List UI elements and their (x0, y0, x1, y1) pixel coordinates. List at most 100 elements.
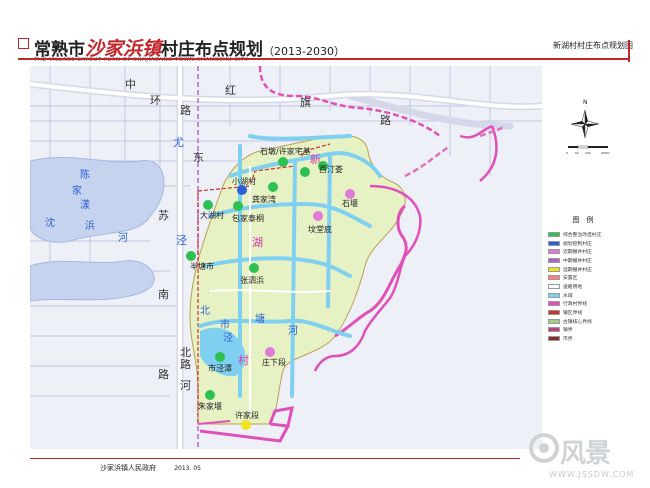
village-point (186, 251, 196, 261)
title-square-icon (18, 38, 29, 49)
village-point (241, 420, 251, 430)
village-label: 石墩/许家宅基 (260, 146, 311, 156)
legend-item: 行政村界线 (548, 300, 618, 309)
legend-title: 图 例 (572, 216, 594, 224)
legend-swatch (548, 231, 560, 237)
village-point (300, 167, 310, 177)
road-label: 中 (125, 78, 136, 91)
legend-item: 规划控制村庄 (548, 239, 618, 248)
scale-label: 200m (601, 151, 610, 155)
road-label: 路 (180, 104, 191, 117)
scale-label: 50 (575, 151, 579, 155)
village-label: 大湖村 (200, 210, 224, 220)
legend-swatch (548, 301, 560, 307)
legend-swatch (548, 249, 560, 255)
legend-swatch (548, 327, 560, 333)
water-label: 浜 (85, 220, 95, 232)
legend-item: 安置区 (548, 273, 618, 282)
legend-item: 中期撤并村庄 (548, 256, 618, 265)
water-label: 陈 (80, 168, 90, 181)
legend-label: 远期撤并村庄 (563, 267, 592, 273)
village-label: 小湖村 (232, 176, 256, 186)
legend-label: 镇区界线 (563, 311, 583, 317)
legend-swatch (548, 266, 560, 272)
water-label: 沈 (45, 216, 55, 229)
village-point (233, 201, 243, 211)
footer-org: 沙家浜镇人民政府 (100, 464, 156, 472)
village-label: 石堰 (342, 198, 358, 208)
scale-label: 100 (585, 151, 591, 155)
header-divider-vertical (628, 40, 630, 62)
village-map: 中 环 路 红 旗 路 苏 南 路 北 河 路 尤 东 泾 陈 家 漾 沈 浜 … (30, 66, 542, 449)
water-label: 北 (200, 305, 210, 317)
legend-item: 近期撤并村庄 (548, 247, 618, 256)
legend-label: 近期撤并村庄 (563, 250, 592, 256)
road-label: 路 (158, 368, 169, 381)
legend-item: 镇区界线 (548, 308, 618, 317)
village-label: 朱家堰 (198, 401, 222, 411)
legend-label: 安置区 (563, 276, 578, 282)
legend-swatch (548, 318, 560, 324)
water-label: 市 (220, 318, 230, 331)
village-point (313, 211, 323, 221)
village-label: 坟堂底 (308, 224, 332, 234)
water-label: 漾 (80, 198, 90, 211)
village-point (268, 182, 278, 192)
title-block: 常熟市沙家浜镇村庄布点规划（2013-2030） THE VILLAGE LAY… (18, 34, 633, 63)
legend-label: 道路用地 (563, 284, 583, 290)
north-arrow-icon: N 0 50 100 200m (566, 99, 610, 155)
legend-item: 综合整治改造村庄 (548, 230, 618, 239)
road-label: 东 (193, 151, 204, 164)
legend-item: 市界 (548, 334, 618, 343)
legend-label: 古镇核心界线 (563, 319, 592, 325)
legend-swatch (548, 310, 560, 316)
road-label: 旗 (300, 95, 311, 109)
village-point (237, 185, 247, 195)
legend-swatch (548, 275, 560, 281)
header-divider (18, 58, 628, 60)
road-label: 尤 (173, 136, 184, 149)
road-label: 环 (150, 94, 161, 107)
footer: 沙家浜镇人民政府 2013. 05 (100, 463, 201, 473)
legend-label: 中期撤并村庄 (563, 258, 592, 264)
road-label: 路 (180, 358, 191, 371)
road-label: 苏 (158, 209, 169, 222)
village-label: 半塘市 (190, 261, 214, 271)
north-label: N (583, 99, 588, 106)
map-sheet: 常熟市沙家浜镇村庄布点规划（2013-2030） THE VILLAGE LAY… (0, 0, 650, 488)
legend-item: 镇界 (548, 326, 618, 335)
watermark-brand: 风景 (560, 439, 611, 469)
village-label: 包家泰桐 (232, 213, 264, 223)
village-label: 西汀娄 (319, 164, 343, 174)
legend-swatch (548, 257, 560, 263)
village-name-label: 村 (238, 353, 249, 367)
village-point (215, 352, 225, 362)
road-label: 泾 (176, 234, 187, 247)
legend-label: 水域 (563, 293, 573, 299)
footer-divider (30, 458, 520, 459)
legend-item: 古镇核心界线 (548, 317, 618, 326)
village-label: 庄下段 (262, 357, 286, 367)
legend-item: 道路用地 (548, 282, 618, 291)
scale-label: 0 (566, 151, 568, 155)
village-point (203, 200, 213, 210)
legend: 图 例 综合整治改造村庄 规划控制村庄近期撤并村庄 中期撤并村庄 远期撤并村庄 安置区道… (548, 215, 618, 343)
village-name-label: 湖 (252, 236, 263, 249)
water-label: 河 (118, 232, 128, 244)
legend-swatch (548, 336, 560, 342)
footer-date: 2013. 05 (174, 465, 201, 472)
road-label: 河 (180, 379, 191, 392)
village-label: 市泾潭 (208, 363, 232, 373)
village-label: 张泗浜 (240, 275, 264, 285)
village-point (205, 390, 215, 400)
village-point (345, 189, 355, 199)
village-point (278, 157, 288, 167)
road-label: 南 (158, 288, 169, 301)
water-label: 河 (288, 325, 298, 337)
water-label: 家 (72, 184, 82, 197)
legend-swatch (548, 283, 560, 289)
legend-label: 行政村界线 (563, 302, 587, 308)
legend-swatch (548, 292, 560, 298)
water-label: 塘 (255, 312, 265, 325)
title-years: （2013-2030） (263, 45, 345, 58)
